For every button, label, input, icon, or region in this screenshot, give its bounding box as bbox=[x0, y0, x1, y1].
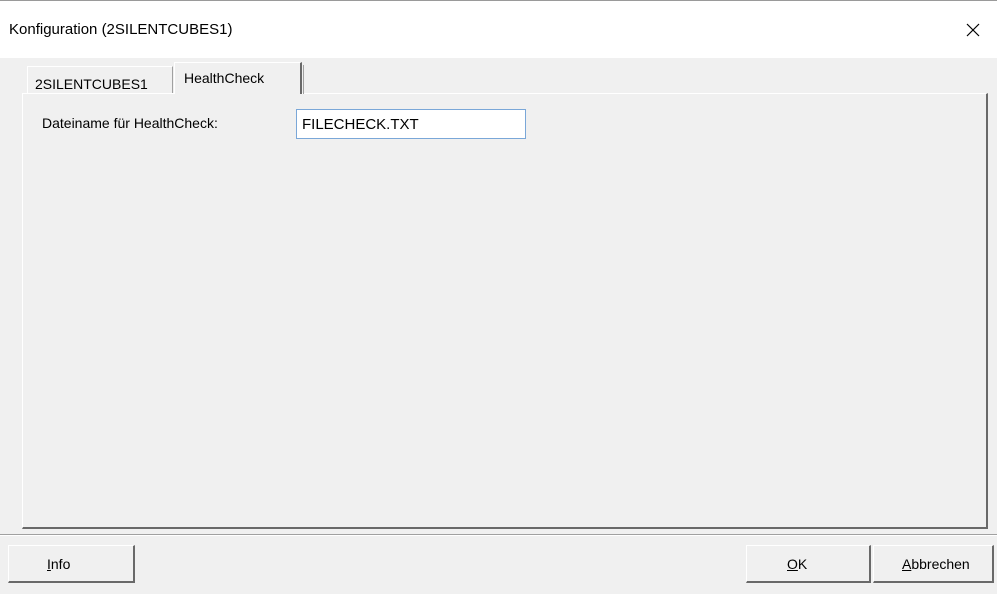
ok-button[interactable]: OK bbox=[746, 545, 871, 583]
ok-mnemonic: O bbox=[787, 555, 798, 572]
ok-label: K bbox=[797, 555, 808, 572]
close-icon bbox=[966, 23, 980, 37]
tab-label: HealthCheck bbox=[184, 70, 265, 86]
tab-2silentcubes1[interactable]: 2SILENTCUBES1 bbox=[27, 66, 173, 93]
cancel-mnemonic: A bbox=[902, 555, 912, 572]
tab-panel-healthcheck: Dateiname für HealthCheck: bbox=[22, 93, 988, 529]
cancel-label: bbrechen bbox=[911, 555, 970, 572]
window-title: Konfiguration (2SILENTCUBES1) bbox=[9, 21, 233, 38]
info-label: nfo bbox=[50, 555, 71, 572]
close-button[interactable] bbox=[958, 18, 988, 42]
title-bar: Konfiguration (2SILENTCUBES1) bbox=[0, 0, 997, 58]
filename-label: Dateiname für HealthCheck: bbox=[42, 115, 218, 131]
info-button[interactable]: Info bbox=[8, 545, 135, 583]
filename-input[interactable] bbox=[296, 109, 526, 139]
separator-highlight bbox=[0, 535, 997, 536]
tab-label: 2SILENTCUBES1 bbox=[35, 76, 148, 92]
tab-healthcheck[interactable]: HealthCheck bbox=[174, 62, 304, 94]
cancel-button[interactable]: Abbrechen bbox=[873, 545, 994, 583]
